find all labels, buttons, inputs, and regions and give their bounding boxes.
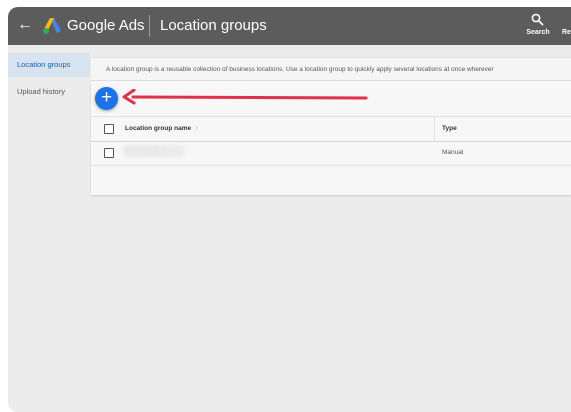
sidebar-item-location-groups[interactable]: Location groups [8,53,90,77]
search-icon [531,13,544,26]
column-header-type[interactable]: Type [442,117,457,141]
location-group-name-cell[interactable] [123,145,185,157]
add-icon: + [100,87,113,108]
brand-name: Google Ads [67,17,145,34]
location-groups-table: + Location group name ↑ Type Manual [91,81,571,195]
annotation-arrow-icon [122,89,368,105]
column-label: Location group name [125,125,192,132]
add-location-group-button[interactable]: + [95,87,118,110]
search-label: Search [526,29,550,36]
select-all-checkbox[interactable] [104,124,114,134]
description-text: A location group is a reusable collectio… [91,57,571,81]
top-app-bar: ← Google Ads Location groups Search Re [8,7,571,45]
row-checkbox[interactable] [104,148,114,158]
sort-ascending-icon[interactable]: ↑ [195,125,198,132]
header-divider [149,15,150,37]
table-row[interactable]: Manual [91,141,571,166]
reports-label[interactable]: Re [562,29,571,36]
sidebar: Location groups Upload history [8,45,90,412]
app-window: ← Google Ads Location groups Search Re L… [8,7,571,412]
sidebar-item-upload-history[interactable]: Upload history [8,80,90,104]
back-arrow-icon[interactable]: ← [17,17,33,33]
sidebar-item-label: Location groups [17,60,71,69]
main-content: A location group is a reusable collectio… [91,45,571,412]
table-header: Location group name ↑ Type [91,116,571,142]
sidebar-item-label: Upload history [17,87,65,96]
column-divider [434,117,435,141]
search-button[interactable]: Search [523,11,553,41]
column-header-location-group-name[interactable]: Location group name ↑ [125,117,198,141]
google-ads-logo-icon [43,18,61,34]
location-group-type-cell: Manual [442,149,464,156]
page-title: Location groups [160,17,267,34]
